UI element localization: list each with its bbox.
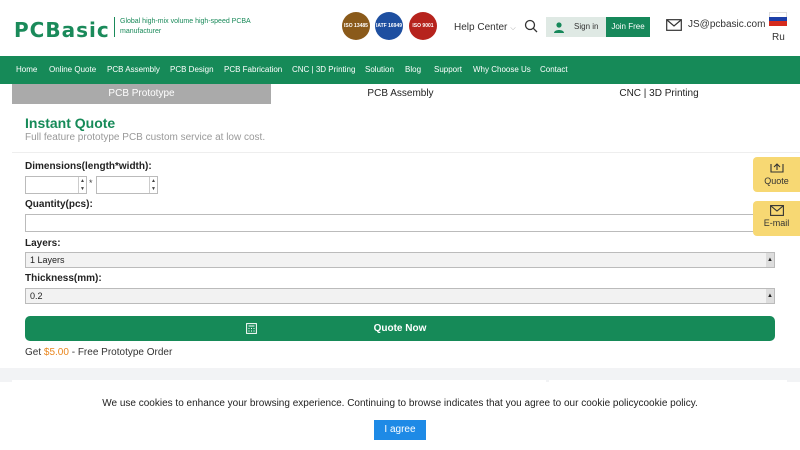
nav-item-why-choose-us[interactable]: Why Choose Us [473,65,531,74]
mail-icon [769,205,784,216]
nav-item-home[interactable]: Home [16,65,37,74]
thickness-value: 0.2 [30,291,43,301]
join-free-button[interactable]: Join Free [606,17,650,37]
main-nav: Home Online Quote PCB Assembly PCB Desig… [0,56,800,84]
side-email-button[interactable]: E-mail [753,201,800,236]
width-stepper[interactable]: ▲ ▼ [149,177,157,193]
cert-badge-iso13485: ISO 13485 [342,12,370,40]
side-quote-label: Quote [764,176,789,186]
russia-flag-icon[interactable] [769,12,787,26]
thickness-label: Thickness(mm): [25,273,102,284]
cookie-agree-button[interactable]: I agree [374,420,426,440]
nav-item-support[interactable]: Support [434,65,462,74]
language-selector[interactable]: Ru [772,32,785,43]
sign-in-button[interactable]: Sign in [546,17,606,37]
nav-item-pcb-assembly[interactable]: PCB Assembly [107,65,160,74]
cert-badge-iso9001: ISO 9001 [409,12,437,40]
promo-text: Get $5.00 - Free Prototype Order [25,347,173,358]
side-quote-button[interactable]: Quote [753,157,800,192]
nav-item-contact[interactable]: Contact [540,65,568,74]
mail-icon [666,19,682,31]
site-header: PCBasic Global high-mix volume high-spee… [0,0,800,56]
width-input[interactable]: ▲ ▼ [96,176,158,194]
tab-cnc-3d-printing[interactable]: CNC | 3D Printing [530,84,788,104]
nav-item-pcb-design[interactable]: PCB Design [170,65,214,74]
logo[interactable]: PCBasic [14,18,110,42]
nav-item-blog[interactable]: Blog [405,65,421,74]
quantity-input[interactable] [25,214,775,232]
length-stepper[interactable]: ▲ ▼ [78,177,86,193]
select-arrow-icon: ▲ [766,253,774,267]
promo-price: $5.00 [43,347,69,358]
divider [12,152,800,153]
tagline: Global high-mix volume high-speed PCBA m… [114,17,254,37]
calculator-icon [246,323,257,334]
nav-item-pcb-fabrication[interactable]: PCB Fabrication [224,65,282,74]
page-subtitle: Full feature prototype PCB custom servic… [25,132,266,143]
tab-pcb-assembly[interactable]: PCB Assembly [271,84,530,104]
chevron-down-icon: ⌵ [510,25,516,32]
page-title: Instant Quote [25,115,116,131]
cookie-banner: We use cookies to enhance your browsing … [0,382,800,450]
nav-item-solution[interactable]: Solution [365,65,394,74]
cert-badge-iatf16949: IATF 16949 [375,12,403,40]
help-center-label: Help Center [454,22,508,33]
thickness-select[interactable]: 0.2 ▲ [25,288,775,304]
user-icon [554,22,564,33]
cookie-message: We use cookies to enhance your browsing … [102,398,698,409]
sign-in-label: Sign in [574,22,599,31]
help-center-menu[interactable]: Help Center ⌵ [454,22,516,33]
search-icon[interactable] [524,19,538,33]
layers-value: 1 Layers [30,255,65,265]
nav-item-cnc-3d-printing[interactable]: CNC | 3D Printing [292,65,355,74]
contact-email-link[interactable]: JS@pcbasic.com [688,19,765,30]
quote-tabs: PCB Prototype PCB Assembly CNC | 3D Prin… [12,84,788,104]
dimensions-label: Dimensions(length*width): [25,161,152,172]
side-email-label: E-mail [763,218,790,228]
length-input[interactable]: ▲ ▼ [25,176,87,194]
dimension-separator: * [89,178,93,188]
layers-select[interactable]: 1 Layers ▲ [25,252,775,268]
quote-icon [769,163,784,173]
quote-now-button[interactable]: Quote Now [25,316,775,341]
nav-item-online-quote[interactable]: Online Quote [49,65,96,74]
quantity-label: Quantity(pcs): [25,199,93,210]
layers-label: Layers: [25,238,61,249]
select-arrow-icon: ▲ [766,289,774,303]
tab-pcb-prototype[interactable]: PCB Prototype [12,84,271,104]
quote-now-label: Quote Now [373,323,427,334]
